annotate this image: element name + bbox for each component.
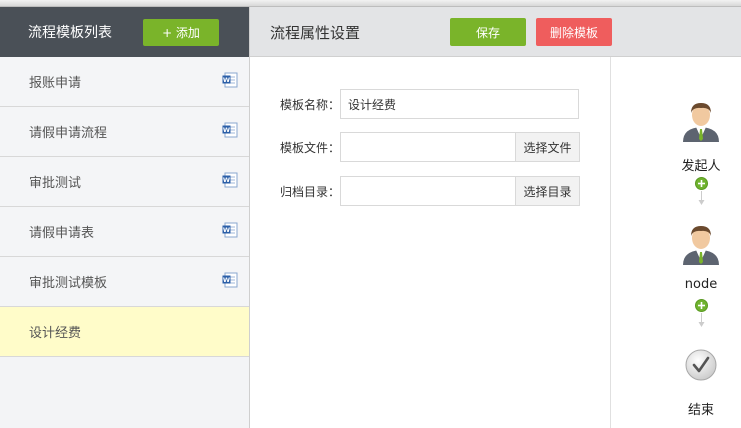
template-file-row: 模板文件： 选择文件	[280, 132, 580, 162]
add-node-icon[interactable]	[695, 299, 708, 312]
word-doc-icon: W	[222, 272, 238, 288]
list-item[interactable]: 审批测试 W	[0, 157, 249, 207]
archive-dir-label: 归档目录：	[280, 184, 341, 199]
flow-node-label: 结束	[687, 403, 714, 418]
template-name-input[interactable]	[340, 89, 579, 119]
svg-text:W: W	[223, 226, 230, 234]
word-doc-icon: W	[222, 172, 238, 188]
list-item[interactable]: 报账申请 W	[0, 57, 249, 107]
list-item-label: 审批测试	[29, 176, 82, 191]
list-item-label: 请假申请表	[29, 226, 95, 241]
delete-template-button[interactable]: 删除模板	[536, 18, 612, 46]
list-item-label: 报账申请	[29, 76, 82, 91]
add-node-icon[interactable]	[695, 177, 708, 190]
window-top-border	[0, 0, 741, 7]
main-header: 流程属性设置 保存 删除模板	[250, 7, 741, 57]
save-button[interactable]: 保存	[450, 18, 526, 46]
svg-text:W: W	[223, 276, 230, 284]
arrow-down-icon	[698, 191, 705, 205]
select-file-button[interactable]: 选择文件	[516, 132, 580, 162]
sidebar-header: 流程模板列表 + 添加	[0, 7, 249, 57]
user-avatar-icon[interactable]	[679, 98, 723, 142]
sidebar-title: 流程模板列表	[28, 25, 112, 41]
flow-node-label: node	[684, 277, 718, 292]
template-file-label: 模板文件：	[280, 140, 341, 155]
select-directory-button[interactable]: 选择目录	[516, 176, 580, 206]
list-item-label: 审批测试模板	[29, 276, 108, 291]
svg-text:W: W	[223, 76, 230, 84]
list-item-selected[interactable]: 设计经费	[0, 307, 249, 357]
list-item[interactable]: 请假申请流程 W	[0, 107, 249, 157]
word-doc-icon: W	[222, 122, 238, 138]
list-item[interactable]: 请假申请表 W	[0, 207, 249, 257]
workflow-diagram: 发起人 node 结束	[611, 57, 741, 428]
word-doc-icon: W	[222, 72, 238, 88]
arrow-down-icon	[698, 313, 705, 327]
template-list-sidebar: 流程模板列表 + 添加 报账申请 W 请假申请流程 W 审批测试 W 请假申请表…	[0, 7, 250, 428]
properties-form: 模板名称： 模板文件： 选择文件 归档目录： 选择目录	[250, 57, 610, 428]
list-item-label: 请假申请流程	[29, 126, 108, 141]
add-template-button[interactable]: + 添加	[143, 19, 219, 46]
archive-dir-row: 归档目录： 选择目录	[280, 176, 580, 206]
svg-text:W: W	[223, 176, 230, 184]
page-title: 流程属性设置	[270, 24, 361, 42]
checkmark-end-icon[interactable]	[685, 349, 717, 381]
template-file-input[interactable]	[340, 132, 516, 162]
template-name-label: 模板名称：	[280, 97, 341, 112]
archive-dir-input[interactable]	[340, 176, 516, 206]
list-item-label: 设计经费	[29, 326, 82, 341]
svg-text:W: W	[223, 126, 230, 134]
word-doc-icon: W	[222, 222, 238, 238]
user-avatar-icon[interactable]	[679, 221, 723, 265]
flow-node-label: 发起人	[681, 159, 721, 174]
list-item[interactable]: 审批测试模板 W	[0, 257, 249, 307]
template-name-row: 模板名称：	[280, 89, 579, 119]
